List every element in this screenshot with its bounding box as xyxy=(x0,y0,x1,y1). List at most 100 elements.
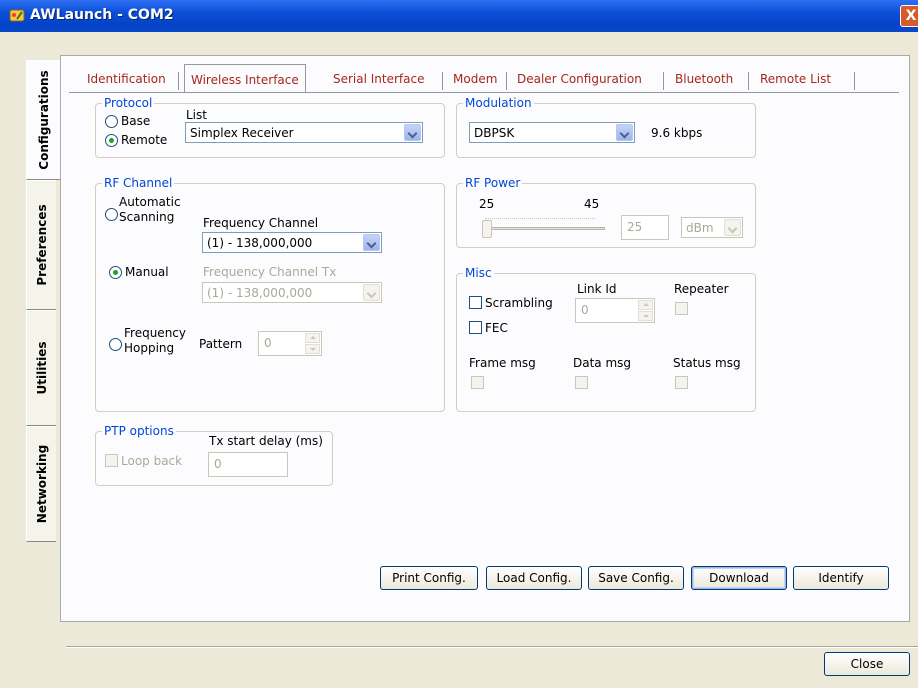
protocol-legend: Protocol xyxy=(104,96,153,110)
radio-manual-label: Manual xyxy=(125,265,169,279)
frequency-channel-tx-dropdown[interactable]: (1) - 138,000,000 xyxy=(202,282,382,303)
rf-power-unit-dropdown[interactable]: dBm xyxy=(681,217,743,238)
tab-baseline xyxy=(69,92,899,93)
vtab-utilities-label: Utilities xyxy=(34,341,49,395)
checkbox-scrambling[interactable] xyxy=(469,296,482,309)
modulation-legend: Modulation xyxy=(465,96,532,110)
checkbox-fec[interactable] xyxy=(469,321,482,334)
vtab-preferences[interactable]: Preferences xyxy=(26,180,56,310)
list-dropdown[interactable]: Simplex Receiver xyxy=(185,122,423,143)
tab-remote-list[interactable]: Remote List xyxy=(754,66,837,92)
rf-power-slider-ticks xyxy=(485,213,595,219)
vtab-utilities[interactable]: Utilities xyxy=(26,310,56,426)
radio-base-label: Base xyxy=(121,114,151,128)
tx-start-delay-label: Tx start delay (ms) xyxy=(209,434,323,448)
chevron-down-icon[interactable] xyxy=(616,124,633,141)
radio-automatic-label-1: Automatic xyxy=(119,195,181,209)
tab-wireless-interface[interactable]: Wireless Interface xyxy=(184,64,306,92)
tab-separator xyxy=(442,72,443,90)
data-msg-label: Data msg xyxy=(573,356,632,370)
chevron-down-icon[interactable] xyxy=(363,284,380,301)
download-button[interactable]: Download xyxy=(691,566,787,590)
window-close-icon[interactable]: X xyxy=(900,5,918,27)
vtab-configurations[interactable]: Configurations xyxy=(26,60,60,180)
spinner-up-icon[interactable] xyxy=(305,333,320,343)
rf-power-slider-track xyxy=(485,227,605,230)
chevron-down-icon[interactable] xyxy=(404,124,421,141)
rf-channel-legend: RF Channel xyxy=(104,176,173,190)
pattern-label: Pattern xyxy=(199,337,243,351)
radio-frequency-hopping[interactable] xyxy=(109,338,122,351)
ptp-options-legend: PTP options xyxy=(104,424,174,438)
radio-automatic-label-2: Scanning xyxy=(119,210,175,224)
rf-power-value-box[interactable]: 25 xyxy=(621,215,669,240)
vertical-tabs: Configurations Preferences Utilities Net… xyxy=(26,60,60,560)
checkbox-repeater[interactable] xyxy=(675,302,688,315)
frequency-channel-label: Frequency Channel xyxy=(203,216,319,230)
status-msg-label: Status msg xyxy=(673,356,741,370)
modulation-dropdown-value: DBPSK xyxy=(474,126,515,140)
modulation-rate: 9.6 kbps xyxy=(651,126,703,140)
frequency-channel-dropdown[interactable]: (1) - 138,000,000 xyxy=(202,232,382,253)
frequency-channel-tx-label: Frequency Channel Tx xyxy=(203,265,337,279)
radio-manual[interactable] xyxy=(109,266,122,279)
list-label: List xyxy=(186,108,207,122)
print-config-button[interactable]: Print Config. xyxy=(380,566,478,590)
misc-legend: Misc xyxy=(465,266,492,280)
tab-serial-interface[interactable]: Serial Interface xyxy=(327,66,431,92)
spinner-down-icon[interactable] xyxy=(638,311,653,321)
frequency-channel-tx-value: (1) - 138,000,000 xyxy=(207,286,313,300)
tab-separator xyxy=(178,72,179,90)
checkbox-loop-back[interactable] xyxy=(105,454,118,467)
spinner-up-icon[interactable] xyxy=(638,300,653,310)
save-config-button[interactable]: Save Config. xyxy=(588,566,684,590)
load-config-button[interactable]: Load Config. xyxy=(486,566,582,590)
rf-power-max-label: 45 xyxy=(584,197,600,211)
rf-power-legend: RF Power xyxy=(465,176,521,190)
link-id-value: 0 xyxy=(581,303,589,317)
rf-power-unit: dBm xyxy=(686,221,714,235)
checkbox-frame-msg[interactable] xyxy=(471,376,484,389)
modulation-dropdown[interactable]: DBPSK xyxy=(469,122,635,143)
chevron-down-icon[interactable] xyxy=(724,219,741,236)
radio-base[interactable] xyxy=(105,115,118,128)
vtab-configurations-label: Configurations xyxy=(36,70,51,170)
radio-automatic-scanning[interactable] xyxy=(105,208,118,221)
radio-remote[interactable] xyxy=(105,134,118,147)
spinner-down-icon[interactable] xyxy=(305,344,320,354)
tab-separator xyxy=(748,72,749,90)
window-client: Configurations Preferences Utilities Net… xyxy=(0,32,918,688)
fec-label: FEC xyxy=(485,321,508,335)
tab-identification[interactable]: Identification xyxy=(81,66,172,92)
close-button[interactable]: Close xyxy=(824,652,910,676)
rf-power-slider-thumb[interactable] xyxy=(482,220,492,238)
radio-remote-label: Remote xyxy=(121,133,168,147)
checkbox-status-msg[interactable] xyxy=(675,376,688,389)
radio-hopping-label-1: Frequency xyxy=(124,326,186,340)
tab-dealer-configuration[interactable]: Dealer Configuration xyxy=(511,66,648,92)
frame-msg-label: Frame msg xyxy=(469,356,536,370)
tab-modem[interactable]: Modem xyxy=(447,66,503,92)
footer-divider xyxy=(66,646,918,648)
identify-button[interactable]: Identify xyxy=(793,566,889,590)
tab-separator xyxy=(506,72,507,90)
vtab-networking-label: Networking xyxy=(34,444,49,524)
link-id-spinner[interactable]: 0 xyxy=(575,298,655,323)
tab-separator xyxy=(854,72,855,90)
vtab-networking[interactable]: Networking xyxy=(26,426,56,542)
pattern-value: 0 xyxy=(264,336,272,350)
configuration-panel: Identification Wireless Interface Serial… xyxy=(60,55,910,622)
pattern-spinner[interactable]: 0 xyxy=(258,331,322,356)
window-title: AWLaunch - COM2 xyxy=(30,7,174,23)
tab-bluetooth[interactable]: Bluetooth xyxy=(669,66,739,92)
loop-back-label: Loop back xyxy=(121,454,183,468)
tx-start-delay-input[interactable]: 0 xyxy=(208,452,288,477)
rf-power-value: 25 xyxy=(627,220,643,234)
tab-separator xyxy=(663,72,664,90)
chevron-down-icon[interactable] xyxy=(363,234,380,251)
repeater-label: Repeater xyxy=(674,282,729,296)
tx-start-delay-value: 0 xyxy=(214,457,222,471)
list-dropdown-value: Simplex Receiver xyxy=(190,126,294,140)
checkbox-data-msg[interactable] xyxy=(575,376,588,389)
radio-hopping-label-2: Hopping xyxy=(124,341,175,355)
